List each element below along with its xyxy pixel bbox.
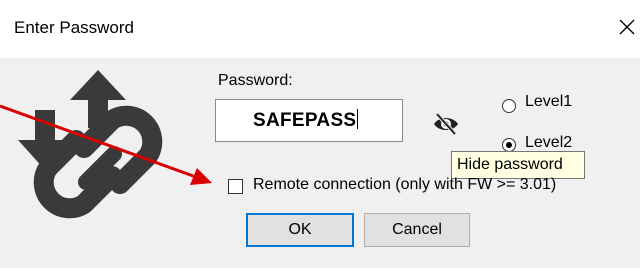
hide-password-tooltip: Hide password <box>451 151 585 179</box>
password-input[interactable]: SAFEPASS <box>215 99 403 142</box>
close-icon <box>619 19 635 35</box>
chain-link-transfer-icon <box>18 70 163 219</box>
level1-radio[interactable] <box>502 99 516 113</box>
cancel-button[interactable]: Cancel <box>364 213 470 247</box>
password-dialog: Enter Password Password: SAFEPASS Level1… <box>0 0 640 268</box>
eye-slash-icon[interactable] <box>432 110 460 138</box>
password-label: Password: <box>218 72 293 89</box>
level2-radio[interactable] <box>502 138 516 152</box>
remote-connection-label: Remote connection (only with FW >= 3.01) <box>253 176 557 193</box>
close-button[interactable] <box>602 6 640 46</box>
ok-button[interactable]: OK <box>246 213 354 247</box>
level1-label: Level1 <box>525 93 573 110</box>
level2-label: Level2 <box>525 134 573 151</box>
password-value: SAFEPASS <box>253 109 359 131</box>
remote-connection-checkbox[interactable] <box>228 179 243 194</box>
